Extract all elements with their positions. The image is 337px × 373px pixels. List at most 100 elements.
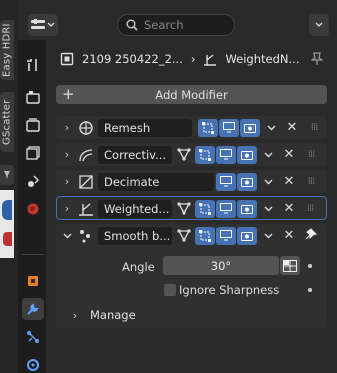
tab-object[interactable] [22, 270, 44, 292]
modifier-menu-dropdown[interactable] [264, 121, 278, 134]
edit-mode-toggle[interactable] [198, 118, 218, 137]
viewport-toggle[interactable] [216, 226, 236, 245]
tab-tool[interactable] [22, 54, 44, 76]
chevron-down-icon [63, 233, 71, 239]
render-toggle[interactable] [237, 145, 257, 164]
input-node-button[interactable] [280, 256, 300, 275]
render-toggle[interactable] [240, 118, 260, 137]
modifier-name-field[interactable]: Remesh [98, 118, 192, 137]
expand-chevron-icon[interactable]: › [60, 175, 74, 188]
tab-physics[interactable] [22, 354, 44, 373]
remove-modifier-button[interactable]: ✕ [281, 228, 297, 243]
modifier-corrective-smooth: › Correctiv... ✕ ⁞⁞⁞ [56, 143, 327, 166]
render-icon [26, 91, 40, 104]
modifier-smooth-by-angle: Smooth b... ✕ Angle 30° Ignore Sharpness… [56, 224, 327, 328]
render-toggle[interactable] [237, 172, 257, 191]
view-layer-icon [26, 146, 40, 160]
tab-gscatter[interactable]: GScatter [0, 92, 14, 152]
modifier-name-field[interactable]: Smooth b... [98, 226, 172, 245]
tab-easy-hdri-label: Easy HDRI [1, 23, 13, 77]
pin-icon [4, 171, 10, 179]
modifier-name: Smooth b... [104, 228, 171, 243]
pin-icon [309, 52, 325, 65]
chevron-down-icon [47, 22, 55, 27]
smooth-by-angle-icon [80, 229, 90, 242]
modifier-menu-dropdown[interactable] [261, 175, 275, 188]
modifier-menu-dropdown[interactable] [261, 202, 275, 215]
collapse-chevron-icon[interactable] [60, 229, 74, 242]
modifier-name-field[interactable]: Correctiv... [98, 145, 172, 164]
manage-label: Manage [90, 308, 136, 322]
modifier-menu-dropdown[interactable] [261, 229, 275, 242]
breadcrumb-object: 2109 250422_2... [82, 52, 183, 66]
scene-icon [28, 175, 39, 187]
expand-chevron-icon[interactable]: › [60, 202, 74, 215]
viewport-toggle[interactable] [216, 172, 236, 191]
edit-mode-toggle[interactable] [195, 199, 215, 218]
viewport-toggle[interactable] [219, 118, 239, 137]
pin-modifier-button[interactable] [305, 228, 317, 243]
camera-icon [241, 151, 253, 160]
modifier-menu-dropdown[interactable] [261, 148, 275, 161]
object-icon [28, 276, 38, 286]
on-cage-toggle[interactable] [174, 227, 194, 245]
viewport-toggle[interactable] [216, 199, 236, 218]
remove-modifier-button[interactable]: ✕ [281, 147, 297, 162]
monitor-icon [220, 149, 232, 160]
plus-icon: + [62, 85, 75, 103]
expand-chevron-icon[interactable]: › [60, 148, 74, 161]
tab-easy-hdri[interactable]: Easy HDRI [0, 20, 14, 80]
camera-icon [241, 178, 253, 187]
keyframe-dot-icon[interactable] [308, 288, 312, 292]
search-placeholder: Search [144, 18, 184, 32]
on-cage-icon [177, 148, 191, 161]
viewport-toggle[interactable] [216, 145, 236, 164]
particles-icon [27, 331, 39, 343]
pin-button[interactable] [309, 52, 325, 69]
drag-handle-icon[interactable]: ⁞⁞⁞ [303, 176, 319, 187]
drag-handle-icon[interactable]: ⁞⁞⁞ [303, 149, 319, 160]
edit-mode-toggle[interactable] [195, 145, 215, 164]
add-modifier-button[interactable]: + Add Modifier [56, 85, 327, 104]
ignore-sharpness-checkbox[interactable] [164, 284, 176, 296]
expand-chevron-icon[interactable]: › [60, 121, 74, 134]
search-field[interactable]: Search [117, 14, 235, 36]
editor-type-button[interactable] [28, 14, 58, 36]
render-toggle[interactable] [237, 226, 257, 245]
manage-subpanel-header[interactable]: › Manage [68, 308, 136, 322]
modifier-name-field[interactable]: Weighted... [98, 199, 172, 218]
monitor-icon [220, 230, 232, 241]
chevron-down-icon [264, 233, 272, 239]
remove-modifier-button[interactable]: ✕ [284, 120, 300, 135]
tool-icon [27, 59, 37, 71]
drag-handle-icon[interactable]: ⁞⁞⁞ [306, 122, 322, 133]
on-cage-toggle[interactable] [174, 200, 194, 218]
tab-view-layer[interactable] [22, 142, 44, 164]
render-toggle[interactable] [237, 199, 257, 218]
output-icon [26, 118, 40, 132]
keyframe-dot-icon[interactable] [308, 264, 312, 268]
tab-modifiers[interactable] [22, 298, 44, 320]
tab-scene[interactable] [22, 170, 44, 192]
tab-output[interactable] [22, 114, 44, 136]
remove-modifier-button[interactable]: ✕ [281, 201, 297, 216]
tab-world[interactable] [22, 198, 44, 220]
remove-modifier-button[interactable]: ✕ [281, 174, 297, 189]
panel-scrollbar[interactable] [332, 44, 335, 344]
physics-icon [27, 359, 39, 371]
viewport-thumbnail [0, 190, 14, 258]
on-cage-icon [177, 229, 191, 242]
tab-particles[interactable] [22, 326, 44, 348]
modifier-remesh: › Remesh ✕ ⁞⁞⁞ [56, 116, 327, 139]
on-cage-toggle[interactable] [174, 146, 194, 164]
tab-pin[interactable] [0, 165, 14, 185]
monitor-icon [223, 122, 235, 133]
tab-gscatter-label: GScatter [1, 99, 13, 145]
modifier-name-field[interactable]: Decimate [98, 172, 214, 191]
world-icon [27, 203, 39, 215]
drag-handle-icon[interactable]: ⁞⁞⁞ [302, 203, 318, 214]
header-options-dropdown[interactable] [309, 14, 329, 36]
edit-mode-toggle[interactable] [195, 226, 215, 245]
angle-field[interactable]: 30° [163, 256, 279, 275]
tab-render[interactable] [22, 86, 44, 108]
